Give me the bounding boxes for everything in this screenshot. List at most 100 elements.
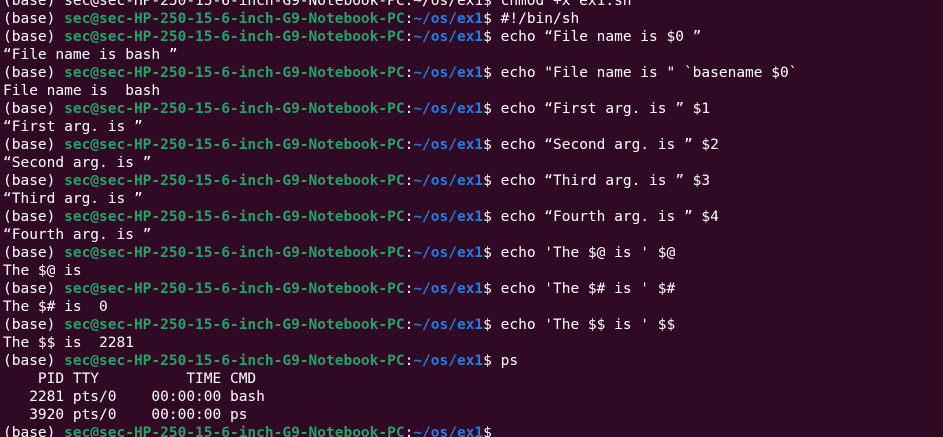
output-text: “First arg. is ” [3,119,143,135]
prompt-separator: : [404,65,414,81]
prompt-env: (base) [3,65,65,81]
prompt-path: ~/os/ex1 [413,353,484,369]
prompt-env: (base) [3,245,65,261]
prompt-line: (base) sec@sec-HP-250-15-6-inch-G9-Noteb… [3,28,943,46]
command-text: echo "File name is " `basename $0` [500,65,798,81]
prompt-symbol: $ [483,101,501,117]
output-line: “File name is bash ” [3,46,943,64]
command-text: echo “First arg. is ” $1 [500,101,711,117]
prompt-symbol: $ [483,281,501,297]
command-text: echo 'The $$ is ' $$ [500,317,676,333]
command-text: #!/bin/sh [500,11,580,27]
prompt-symbol: $ [483,137,501,153]
prompt-line: (base) sec@sec-HP-250-15-6-inch-G9-Noteb… [3,316,943,334]
output-line: File name is bash [3,82,943,100]
prompt-user-host: sec@sec-HP-250-15-6-inch-G9-Notebook-PC [64,137,405,153]
prompt-symbol: $ [483,29,501,45]
prompt-line: (base) sec@sec-HP-250-15-6-inch-G9-Noteb… [3,280,943,298]
output-text: The $# is 0 [3,299,108,315]
prompt-path: ~/os/ex1 [413,209,484,225]
prompt-path: ~/os/ex1 [413,281,484,297]
prompt-separator: : [404,209,414,225]
command-text: echo “Second arg. is ” $2 [500,137,719,153]
command-text: echo “Fourth arg. is ” $4 [500,209,719,225]
prompt-env: (base) [3,101,65,117]
prompt-env: (base) [3,209,65,225]
output-text: The $$ is 2281 [3,335,134,351]
prompt-user-host: sec@sec-HP-250-15-6-inch-G9-Notebook-PC [64,425,405,437]
prompt-env: (base) [3,11,65,27]
output-text: (base) sec@sec-HP-250-15-6-inch-G9-Noteb… [3,0,632,9]
prompt-path: ~/os/ex1 [413,245,484,261]
prompt-line: (base) sec@sec-HP-250-15-6-inch-G9-Noteb… [3,136,943,154]
prompt-symbol: $ [483,425,501,437]
prompt-symbol: $ [483,11,501,27]
command-text: echo “Third arg. is ” $3 [500,173,711,189]
prompt-symbol: $ [483,209,501,225]
output-line: (base) sec@sec-HP-250-15-6-inch-G9-Noteb… [3,0,943,10]
prompt-user-host: sec@sec-HP-250-15-6-inch-G9-Notebook-PC [64,317,405,333]
prompt-separator: : [404,281,414,297]
prompt-env: (base) [3,29,65,45]
command-text: echo 'The $# is ' $# [500,281,676,297]
prompt-symbol: $ [483,317,501,333]
prompt-path: ~/os/ex1 [413,425,484,437]
prompt-env: (base) [3,173,65,189]
output-line: The $$ is 2281 [3,334,943,352]
output-text: The $@ is [3,263,82,279]
prompt-separator: : [404,101,414,117]
prompt-separator: : [404,353,414,369]
prompt-user-host: sec@sec-HP-250-15-6-inch-G9-Notebook-PC [64,11,405,27]
prompt-symbol: $ [483,65,501,81]
prompt-env: (base) [3,317,65,333]
prompt-line: (base) sec@sec-HP-250-15-6-inch-G9-Noteb… [3,64,943,82]
prompt-separator: : [404,137,414,153]
prompt-line: (base) sec@sec-HP-250-15-6-inch-G9-Noteb… [3,244,943,262]
output-line: “First arg. is ” [3,118,943,136]
prompt-separator: : [404,425,414,437]
output-text: “File name is bash ” [3,47,178,63]
output-line: “Third arg. is ” [3,190,943,208]
output-text: 2281 pts/0 00:00:00 bash [3,389,265,405]
prompt-line: (base) sec@sec-HP-250-15-6-inch-G9-Noteb… [3,352,943,370]
prompt-user-host: sec@sec-HP-250-15-6-inch-G9-Notebook-PC [64,65,405,81]
prompt-user-host: sec@sec-HP-250-15-6-inch-G9-Notebook-PC [64,29,405,45]
prompt-separator: : [404,11,414,27]
prompt-path: ~/os/ex1 [413,173,484,189]
prompt-user-host: sec@sec-HP-250-15-6-inch-G9-Notebook-PC [64,101,405,117]
prompt-path: ~/os/ex1 [413,65,484,81]
output-line: “Fourth arg. is ” [3,226,943,244]
prompt-separator: : [404,245,414,261]
prompt-env: (base) [3,137,65,153]
prompt-path: ~/os/ex1 [413,101,484,117]
command-text: echo “File name is $0 ” [500,29,702,45]
output-text: 3920 pts/0 00:00:00 ps [3,407,248,423]
prompt-user-host: sec@sec-HP-250-15-6-inch-G9-Notebook-PC [64,245,405,261]
output-text: “Second arg. is ” [3,155,152,171]
prompt-env: (base) [3,353,65,369]
output-line: 2281 pts/0 00:00:00 bash [3,388,943,406]
output-line: “Second arg. is ” [3,154,943,172]
prompt-line: (base) sec@sec-HP-250-15-6-inch-G9-Noteb… [3,172,943,190]
prompt-user-host: sec@sec-HP-250-15-6-inch-G9-Notebook-PC [64,173,405,189]
output-text: File name is bash [3,83,161,99]
output-line: PID TTY TIME CMD [3,370,943,388]
prompt-path: ~/os/ex1 [413,11,484,27]
prompt-user-host: sec@sec-HP-250-15-6-inch-G9-Notebook-PC [64,281,405,297]
output-text: “Third arg. is ” [3,191,143,207]
prompt-separator: : [404,173,414,189]
output-line: The $@ is [3,262,943,280]
command-text: ps [500,353,519,369]
prompt-path: ~/os/ex1 [413,29,484,45]
prompt-separator: : [404,29,414,45]
output-text: “Fourth arg. is ” [3,227,152,243]
prompt-path: ~/os/ex1 [413,317,484,333]
prompt-user-host: sec@sec-HP-250-15-6-inch-G9-Notebook-PC [64,353,405,369]
prompt-path: ~/os/ex1 [413,137,484,153]
prompt-env: (base) [3,425,65,437]
output-line: 3920 pts/0 00:00:00 ps [3,406,943,424]
output-text: PID TTY TIME CMD [3,371,257,387]
prompt-line: (base) sec@sec-HP-250-15-6-inch-G9-Noteb… [3,100,943,118]
terminal-window[interactable]: (base) sec@sec-HP-250-15-6-inch-G9-Noteb… [0,0,943,437]
prompt-line: (base) sec@sec-HP-250-15-6-inch-G9-Noteb… [3,208,943,226]
